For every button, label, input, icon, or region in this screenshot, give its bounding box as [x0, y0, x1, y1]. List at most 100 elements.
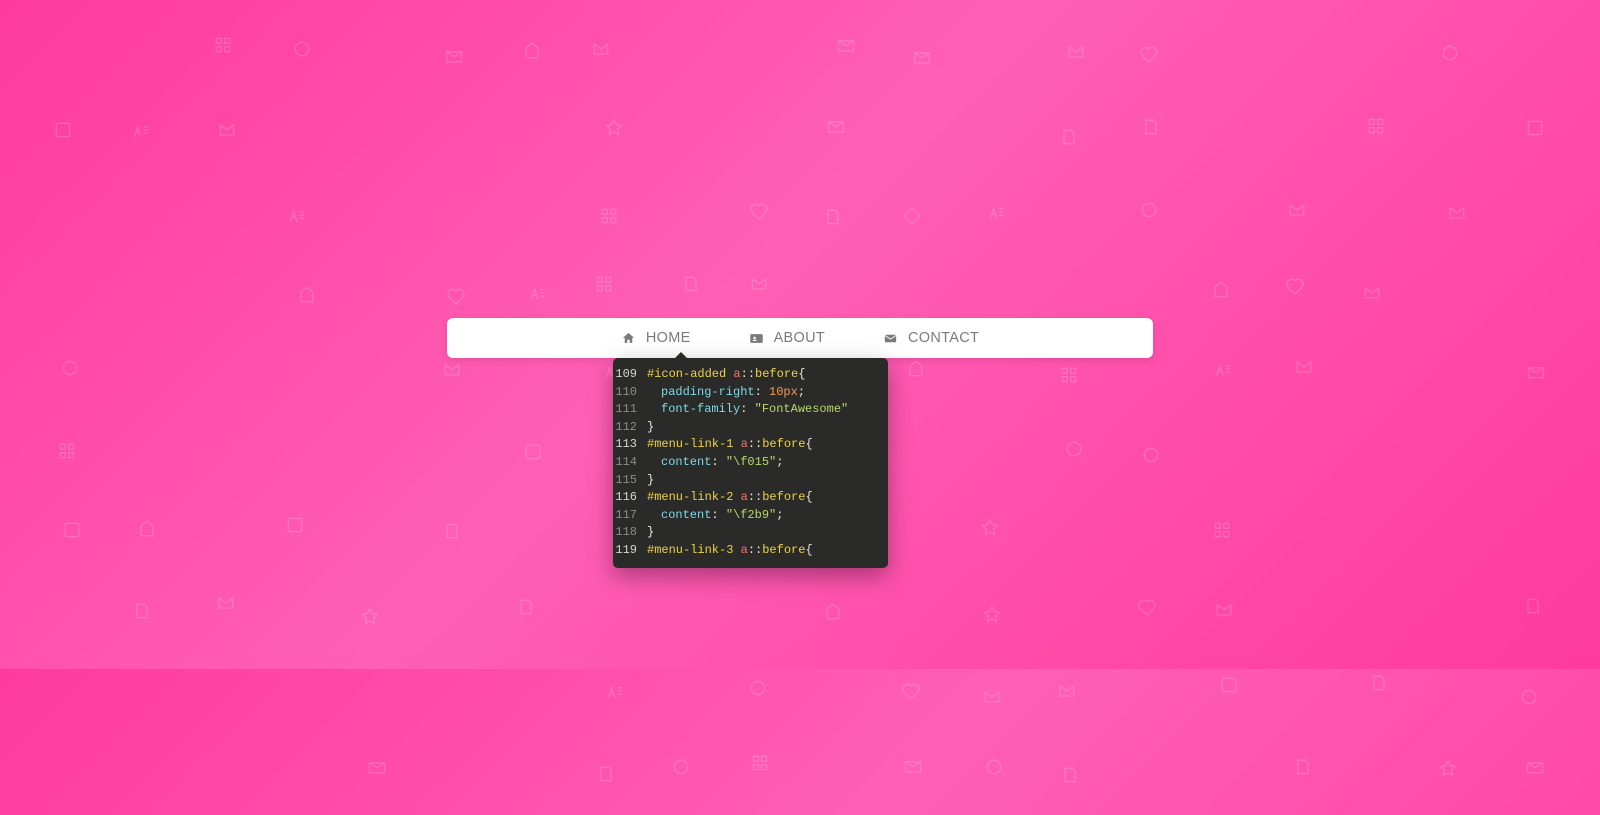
bg-decor-icon	[1416, 410, 1493, 490]
code-line: 116#menu-link-2 a::before{	[613, 489, 888, 507]
bg-decor-icon	[107, 10, 184, 90]
bg-decor-icon	[1262, 490, 1339, 570]
bg-decor-icon	[954, 410, 1031, 490]
bg-decor-icon	[184, 730, 261, 810]
bg-decor-icon	[331, 577, 408, 657]
line-number: 112	[613, 419, 647, 437]
bg-decor-icon	[1418, 173, 1495, 253]
bg-decor-icon	[33, 490, 110, 570]
bg-decor-icon	[1497, 332, 1574, 412]
bg-decor-icon	[338, 330, 415, 410]
code-content: }	[647, 472, 654, 490]
bg-decor-icon	[1031, 490, 1108, 570]
bg-decor-icon	[1256, 246, 1333, 326]
bg-decor-icon	[873, 176, 950, 256]
code-line: 118}	[613, 524, 888, 542]
bg-decor-icon	[1339, 730, 1416, 810]
nav-label: ABOUT	[774, 330, 825, 346]
bg-decor-icon	[338, 490, 415, 570]
nav-item-about[interactable]: ABOUT	[749, 330, 825, 346]
bg-decor-icon	[1493, 170, 1570, 250]
bg-decor-icon	[1493, 410, 1570, 490]
bg-decor-icon	[107, 170, 184, 250]
bg-decor-icon	[1031, 735, 1108, 815]
bg-decor-icon	[487, 567, 564, 647]
code-line: 115}	[613, 472, 888, 490]
line-number: 109	[613, 366, 647, 384]
bg-decor-icon	[565, 244, 642, 324]
bg-decor-icon	[415, 90, 492, 170]
bg-decor-icon	[1409, 729, 1486, 809]
bg-decor-icon	[646, 570, 723, 650]
bg-decor-icon	[877, 90, 954, 170]
bg-decor-icon	[1185, 170, 1262, 250]
nav-label: CONTACT	[908, 330, 979, 346]
bg-decor-icon	[721, 723, 798, 803]
code-line: 113#menu-link-1 a::before{	[613, 436, 888, 454]
bg-decor-icon	[184, 5, 261, 85]
bg-decor-icon	[1030, 97, 1107, 177]
code-line: 111font-family: "FontAwesome"	[613, 401, 888, 419]
bg-decor-icon	[268, 255, 345, 335]
bg-decor-icon	[800, 730, 877, 810]
bg-decor-icon	[1337, 86, 1414, 166]
bg-decor-icon	[1264, 727, 1341, 807]
bg-decor-icon	[1493, 250, 1570, 330]
nav-item-home[interactable]: HOME	[621, 330, 691, 346]
nav-item-contact[interactable]: CONTACT	[883, 330, 979, 346]
bg-decor-icon	[184, 410, 261, 490]
bg-decor-icon	[1490, 657, 1567, 737]
bg-decor-icon	[953, 575, 1030, 655]
code-content: #icon-added a::before{	[647, 366, 805, 384]
bg-decor-icon	[1339, 570, 1416, 650]
bg-decor-icon	[494, 412, 571, 492]
bg-decor-icon	[338, 90, 415, 170]
bg-decor-icon	[1494, 566, 1571, 646]
bg-decor-icon	[883, 17, 960, 97]
bg-decor-icon	[877, 410, 954, 490]
code-content: padding-right: 10px;	[647, 384, 805, 402]
line-number: 113	[613, 436, 647, 454]
bg-decor-icon	[1182, 250, 1259, 330]
bg-decor-icon	[1108, 490, 1185, 570]
address-card-icon	[749, 331, 764, 346]
code-content: content: "\f015";	[647, 454, 783, 472]
bg-decor-icon	[955, 727, 1032, 807]
code-tooltip: 109#icon-added a::before{110padding-righ…	[613, 358, 888, 568]
code-line: 109#icon-added a::before{	[613, 366, 888, 384]
bg-decor-icon	[30, 250, 107, 330]
line-number: 110	[613, 384, 647, 402]
bg-decor-icon	[493, 11, 570, 91]
code-content: }	[647, 524, 654, 542]
bg-decor-icon	[642, 727, 719, 807]
code-content: #menu-link-1 a::before{	[647, 436, 813, 454]
bg-decor-icon	[492, 490, 569, 570]
bg-decor-icon	[951, 488, 1028, 568]
bg-decor-icon	[723, 90, 800, 170]
bg-decor-icon	[184, 650, 261, 730]
bg-decor-icon	[646, 650, 723, 730]
bg-decor-icon	[874, 726, 951, 806]
bg-decor-icon	[1416, 330, 1493, 410]
bg-decor-icon	[338, 650, 415, 730]
bg-decor-icon	[1185, 410, 1262, 490]
bg-decor-icon	[797, 86, 874, 166]
bg-decor-icon	[338, 410, 415, 490]
demo-stage: HOME ABOUT CONTACT 109#icon-added a::bef…	[447, 318, 1153, 358]
bg-decor-icon	[338, 250, 415, 330]
line-number: 111	[613, 401, 647, 419]
bg-decor-icon	[1185, 730, 1262, 810]
nav-label: HOME	[646, 330, 691, 346]
bg-decor-icon	[723, 570, 800, 650]
bg-decor-icon	[107, 730, 184, 810]
bg-decor-icon	[415, 650, 492, 730]
bg-decor-icon	[415, 410, 492, 490]
bg-decor-icon	[1112, 87, 1189, 167]
line-number: 115	[613, 472, 647, 490]
bg-decor-icon	[184, 330, 261, 410]
bg-decor-icon	[1035, 409, 1112, 489]
bg-decor-icon	[562, 9, 639, 89]
bg-decor-icon	[1108, 650, 1185, 730]
code-content: #menu-link-3 a::before{	[647, 542, 813, 560]
bg-decor-icon	[646, 170, 723, 250]
